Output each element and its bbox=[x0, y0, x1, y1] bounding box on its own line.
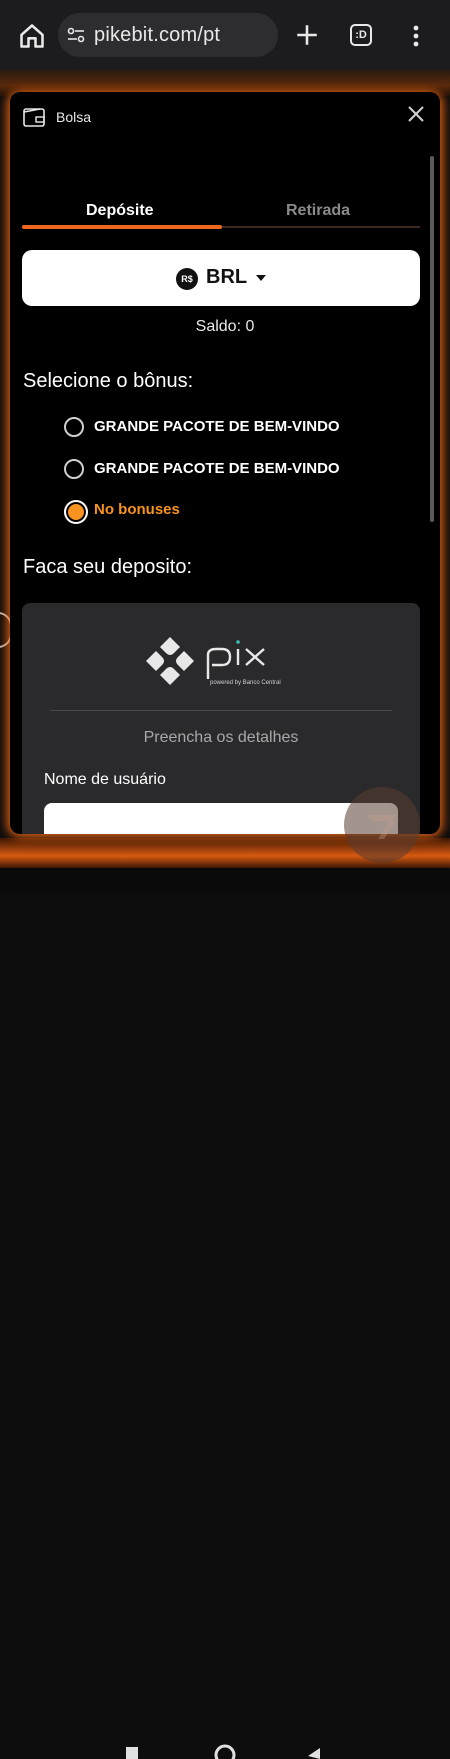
tab-active-indicator bbox=[22, 225, 222, 229]
radio-button[interactable] bbox=[64, 417, 84, 437]
currency-icon: R$ bbox=[176, 268, 198, 290]
wallet-icon bbox=[23, 108, 45, 127]
balance-text: Saldo: 0 bbox=[195, 318, 255, 335]
modal-scrollbar[interactable] bbox=[430, 156, 434, 522]
recent-apps-icon[interactable] bbox=[126, 1744, 138, 1759]
chat-support-button[interactable] bbox=[344, 787, 420, 863]
bonus-heading: Selecione o bônus: bbox=[23, 370, 194, 392]
modal-title: Bolsa bbox=[56, 109, 92, 125]
wallet-modal: Bolsa Depósite Retirada R$ BRL Saldo: 0 … bbox=[10, 92, 440, 834]
currency-selector[interactable]: R$ BRL bbox=[22, 250, 420, 306]
tab-switcher-button[interactable]: :D bbox=[350, 24, 372, 46]
bonus-label: GRANDE PACOTE DE BEM-VINDO bbox=[94, 460, 340, 477]
deposit-heading: Faca seu deposito: bbox=[23, 556, 192, 578]
system-navigation-bar bbox=[0, 868, 450, 1759]
caret-down-icon bbox=[256, 275, 266, 281]
modal-header: Bolsa bbox=[10, 92, 440, 142]
browser-toolbar: pikebit.com/pt :D bbox=[0, 0, 450, 70]
pix-subtitle: powered by Banco Central bbox=[210, 680, 281, 686]
pix-logo bbox=[146, 637, 265, 685]
site-settings-icon[interactable] bbox=[66, 25, 86, 45]
more-menu-icon[interactable] bbox=[406, 22, 426, 50]
bonus-label: GRANDE PACOTE DE BEM-VINDO bbox=[94, 418, 340, 435]
home-circle-icon[interactable] bbox=[214, 1744, 236, 1759]
divider bbox=[50, 710, 392, 711]
bonus-label: No bonuses bbox=[94, 501, 180, 518]
address-bar[interactable]: pikebit.com/pt bbox=[58, 13, 278, 57]
close-icon[interactable] bbox=[406, 104, 426, 124]
tab-deposit[interactable]: Depósite bbox=[86, 202, 154, 220]
pix-details-text: Preencha os detalhes bbox=[143, 729, 299, 746]
home-icon[interactable] bbox=[18, 22, 46, 50]
new-tab-icon[interactable] bbox=[294, 22, 320, 48]
back-icon[interactable] bbox=[306, 1744, 320, 1759]
radio-button-selected[interactable] bbox=[64, 500, 88, 524]
username-label: Nome de usuário bbox=[44, 771, 166, 788]
chat-logo-icon bbox=[366, 815, 396, 839]
tab-withdraw[interactable]: Retirada bbox=[286, 202, 350, 220]
url-text[interactable]: pikebit.com/pt bbox=[94, 24, 220, 47]
currency-code: BRL bbox=[206, 266, 248, 288]
radio-button[interactable] bbox=[64, 459, 84, 479]
